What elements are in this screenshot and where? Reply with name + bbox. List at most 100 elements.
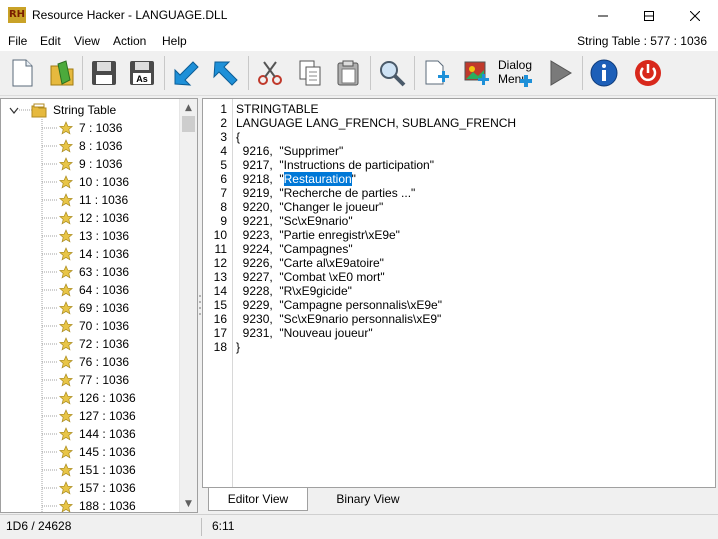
tree-item[interactable]: 63 : 1036 <box>1 263 179 281</box>
tab-editor-view-label: Editor View <box>227 492 289 506</box>
code-line[interactable]: 9226, "Carte al\xE9atoire" <box>236 256 384 270</box>
copy-button[interactable] <box>292 55 328 91</box>
maximize-button[interactable] <box>626 0 672 31</box>
exit-button[interactable] <box>630 55 666 91</box>
star-icon <box>59 247 73 261</box>
tree-item[interactable]: 70 : 1036 <box>1 317 179 335</box>
code-line[interactable]: 9223, "Partie enregistr\xE9e" <box>236 228 400 242</box>
code-line[interactable]: 9230, "Sc\xE9nario personnalis\xE9" <box>236 312 442 326</box>
paste-button[interactable] <box>330 55 366 91</box>
scroll-up-arrow[interactable]: ▲ <box>180 99 197 116</box>
arrow-up-right-icon <box>213 61 238 86</box>
tree-item[interactable]: 76 : 1036 <box>1 353 179 371</box>
tree-item-label: 70 : 1036 <box>79 319 130 333</box>
tree-item[interactable]: 77 : 1036 <box>1 371 179 389</box>
code-line-text: 9220, "Changer le joueur" <box>236 200 384 214</box>
code-line[interactable]: 9224, "Campagnes" <box>236 242 353 256</box>
menu-action[interactable]: Action <box>113 34 146 48</box>
compile-button[interactable] <box>542 55 578 91</box>
code-line[interactable]: 9229, "Campagne personnalis\xE9e" <box>236 298 442 312</box>
code-line[interactable]: LANGUAGE LANG_FRENCH, SUBLANG_FRENCH <box>236 116 516 130</box>
code-line-text: 9230, "Sc\xE9nario personnalis\xE9" <box>236 312 442 326</box>
code-line-text: 9218, " <box>236 172 284 186</box>
close-button[interactable] <box>672 0 718 31</box>
star-icon <box>59 463 73 477</box>
code-line[interactable]: 9227, "Combat \xE0 mort" <box>236 270 385 284</box>
code-line[interactable]: 9217, "Instructions de participation" <box>236 158 434 172</box>
tree-item-label: 10 : 1036 <box>79 175 130 189</box>
star-icon <box>59 229 73 243</box>
tree-item[interactable]: 13 : 1036 <box>1 227 179 245</box>
minimize-button-2[interactable] <box>580 0 626 31</box>
tree-item[interactable]: 188 : 1036 <box>1 497 179 512</box>
code-line-text: 9224, "Campagnes" <box>236 242 353 256</box>
about-button[interactable] <box>586 55 622 91</box>
tree-item[interactable]: 127 : 1036 <box>1 407 179 425</box>
svg-text:As: As <box>136 74 148 84</box>
tree-item[interactable]: 11 : 1036 <box>1 191 179 209</box>
tree-item[interactable]: 10 : 1036 <box>1 173 179 191</box>
tree-item[interactable]: 151 : 1036 <box>1 461 179 479</box>
star-icon <box>59 283 73 297</box>
back-button[interactable] <box>168 55 204 91</box>
tree-item[interactable]: 144 : 1036 <box>1 425 179 443</box>
forward-button[interactable] <box>208 55 244 91</box>
arrow-down-left-icon <box>174 61 199 86</box>
dialog-label: Dialog <box>498 58 533 72</box>
tree-item[interactable]: 14 : 1036 <box>1 245 179 263</box>
code-line[interactable]: 9228, "R\xE9gicide" <box>236 284 352 298</box>
scroll-down-arrow[interactable]: ▼ <box>180 495 197 512</box>
line-number: 5 <box>220 158 227 172</box>
menu-help[interactable]: Help <box>162 34 187 48</box>
tree-item[interactable]: 64 : 1036 <box>1 281 179 299</box>
code-line[interactable]: 9221, "Sc\xE9nario" <box>236 214 353 228</box>
scroll-thumb[interactable] <box>182 116 195 132</box>
paste-icon <box>337 60 359 86</box>
menu-view[interactable]: View <box>74 34 100 48</box>
code-line-text: 9221, "Sc\xE9nario" <box>236 214 353 228</box>
tree-item[interactable]: 8 : 1036 <box>1 137 179 155</box>
star-icon <box>59 337 73 351</box>
save-button[interactable] <box>86 55 122 91</box>
star-icon <box>59 193 73 207</box>
tree-item[interactable]: 157 : 1036 <box>1 479 179 497</box>
code-line[interactable]: STRINGTABLE <box>236 102 318 116</box>
view-tabs: Editor View Binary View <box>202 488 716 513</box>
tree-item-label: 69 : 1036 <box>79 301 130 315</box>
tree-scrollbar[interactable]: ▲ ▼ <box>179 99 197 512</box>
code-line[interactable]: 9218, "Restauration" <box>236 172 356 186</box>
add-resource-button[interactable] <box>418 55 454 91</box>
tab-editor-view[interactable]: Editor View <box>208 488 308 511</box>
resource-location: String Table : 577 : 1036 <box>577 34 707 48</box>
new-file-button[interactable] <box>4 55 40 91</box>
cut-button[interactable] <box>252 55 288 91</box>
menu-file[interactable]: File <box>8 34 27 48</box>
code-line[interactable]: 9216, "Supprimer" <box>236 144 344 158</box>
selected-text[interactable]: Restauration <box>283 172 352 186</box>
save-as-button[interactable]: As <box>124 55 160 91</box>
resource-tree[interactable]: String Table 7 : 1036 8 : 1036 9 : 1036 10 … <box>0 98 198 513</box>
tree-item[interactable]: 72 : 1036 <box>1 335 179 353</box>
tree-item[interactable]: 9 : 1036 <box>1 155 179 173</box>
code-editor[interactable]: 1 2 3 4 5 6 7 8 9 10 11 12 13 14 15 16 17 18 STRINGTABLE L… <box>202 98 716 488</box>
collapse-chevron-icon[interactable] <box>9 105 19 115</box>
tab-binary-view[interactable]: Binary View <box>320 488 416 510</box>
code-line[interactable]: { <box>236 130 240 144</box>
star-icon <box>59 211 73 225</box>
tree-item[interactable]: 126 : 1036 <box>1 389 179 407</box>
tree-item-label: 151 : 1036 <box>79 463 136 477</box>
menu-edit[interactable]: Edit <box>40 34 61 48</box>
code-line[interactable]: 9219, "Recherche de parties ..." <box>236 186 416 200</box>
tree-item[interactable]: 12 : 1036 <box>1 209 179 227</box>
add-image-button[interactable] <box>458 55 494 91</box>
tree-item[interactable]: 145 : 1036 <box>1 443 179 461</box>
find-button[interactable] <box>374 55 410 91</box>
code-line[interactable]: 9220, "Changer le joueur" <box>236 200 384 214</box>
code-line[interactable]: 9231, "Nouveau joueur" <box>236 326 373 340</box>
line-number: 17 <box>213 326 227 340</box>
tree-item[interactable]: 69 : 1036 <box>1 299 179 317</box>
open-file-button[interactable] <box>44 55 80 91</box>
add-dialog-menu-button[interactable]: Dialog Menu <box>498 55 536 91</box>
tree-item[interactable]: 7 : 1036 <box>1 119 179 137</box>
code-line[interactable]: } <box>236 340 240 354</box>
